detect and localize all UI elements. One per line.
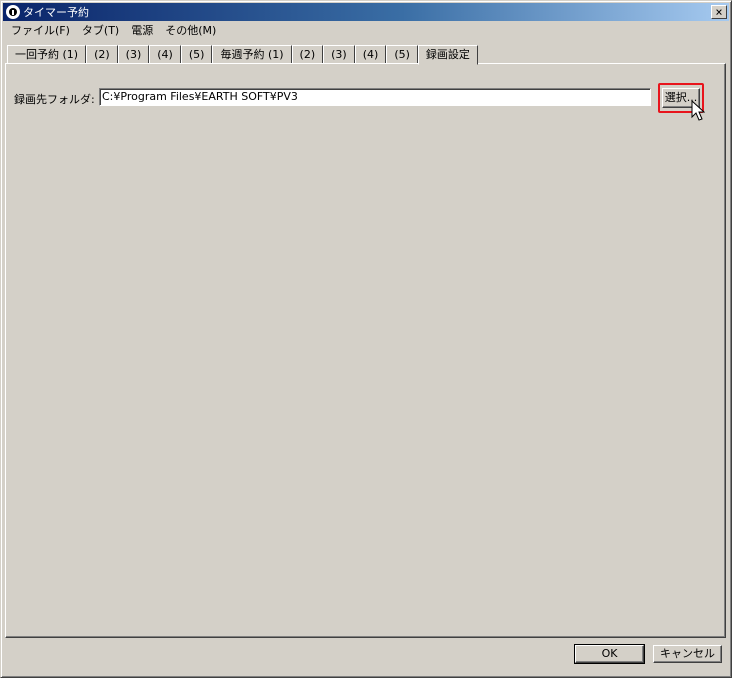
recording-settings-panel: 録画先フォルダ: C:¥Program Files¥EARTH SOFT¥PV3… bbox=[5, 63, 726, 638]
title-bar[interactable]: タイマー予約 × bbox=[3, 3, 729, 21]
menu-other[interactable]: その他(M) bbox=[159, 22, 222, 40]
timer-reservation-window: タイマー予約 × ファイル(F) タブ(T) 電源 その他(M) 一回予約 (1… bbox=[0, 0, 732, 678]
tab-weekly-4[interactable]: (4) bbox=[354, 45, 387, 64]
window-title: タイマー予約 bbox=[23, 6, 89, 19]
mouse-cursor-icon bbox=[691, 100, 705, 121]
tab-once-2[interactable]: (2) bbox=[86, 45, 118, 64]
tab-weekly-3[interactable]: (3) bbox=[323, 45, 355, 64]
tab-once-5[interactable]: (5) bbox=[180, 45, 213, 64]
tab-recording-settings[interactable]: 録画設定 bbox=[417, 45, 478, 65]
tab-strip: 一回予約 (1) (2) (3) (4) (5) 毎週予約 (1) (2) (3… bbox=[7, 44, 478, 65]
folder-path-field[interactable]: C:¥Program Files¥EARTH SOFT¥PV3 bbox=[99, 88, 651, 106]
menu-power[interactable]: 電源 bbox=[125, 22, 159, 40]
menu-bar: ファイル(F) タブ(T) 電源 その他(M) bbox=[5, 22, 222, 40]
cancel-button[interactable]: キャンセル bbox=[653, 645, 722, 663]
ok-button[interactable]: OK bbox=[574, 644, 645, 664]
app-info-icon bbox=[6, 5, 20, 19]
menu-tab[interactable]: タブ(T) bbox=[76, 22, 125, 40]
tab-once-3[interactable]: (3) bbox=[117, 45, 150, 64]
menu-file[interactable]: ファイル(F) bbox=[5, 22, 76, 40]
tab-weekly-2[interactable]: (2) bbox=[291, 45, 324, 64]
folder-label: 録画先フォルダ: bbox=[14, 93, 95, 106]
tab-weekly-1[interactable]: 毎週予約 (1) bbox=[212, 45, 292, 64]
tab-weekly-5[interactable]: (5) bbox=[386, 45, 418, 64]
close-button[interactable]: × bbox=[711, 5, 727, 19]
tab-once-4[interactable]: (4) bbox=[149, 45, 181, 64]
tab-once-1[interactable]: 一回予約 (1) bbox=[7, 45, 87, 64]
